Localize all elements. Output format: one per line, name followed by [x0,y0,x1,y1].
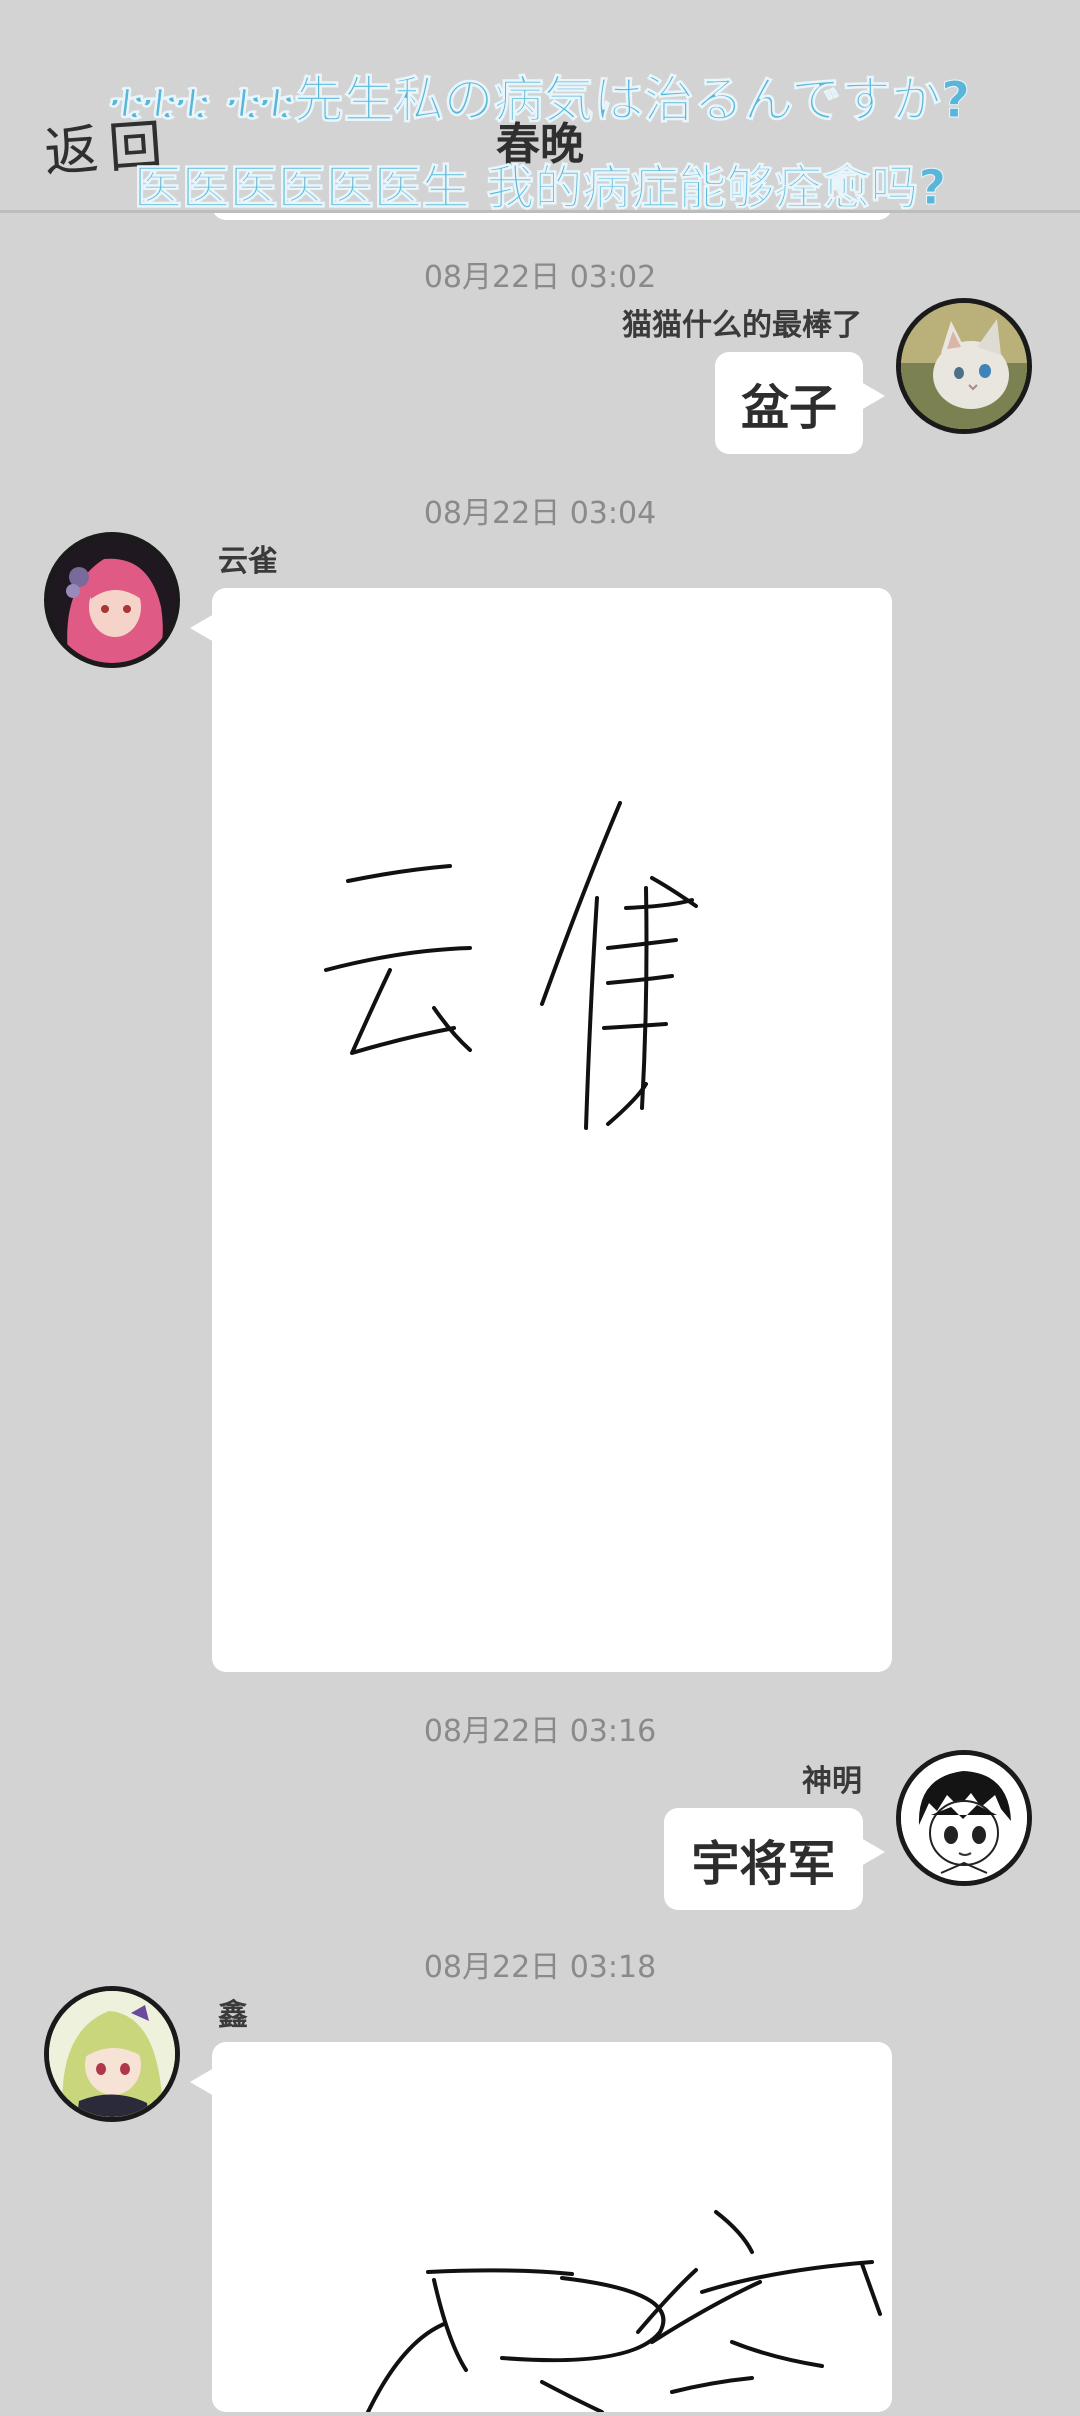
handwritten-drawing [366,2210,882,2414]
banner-text-line-1: ቲቲቲ ቲቲ先生私の病気は治るんですか? [109,71,971,130]
sender-name: 猫猫什么的最棒了 [622,308,862,343]
message-text: 宇将军 [691,1836,836,1892]
handwritten-drawing [324,801,698,1130]
sender-name: 神明 [802,1764,862,1799]
message-timestamp: 08月22日 03:04 [423,496,657,531]
manga-boy-icon [901,1755,1027,1881]
message-text: 盆子 [740,380,837,436]
message-timestamp: 08月22日 03:18 [423,1950,657,1985]
chat-header: 返回 春晚 ቲቲቲ ቲቲ先生私の病気は治るんですか? 医医医医医医生 我的病症能… [0,0,1080,217]
pink-hair-girl-avatar[interactable] [44,532,180,668]
sender-name: 云雀 [218,544,278,579]
cat-avatar[interactable] [896,298,1032,434]
banner-text-line-2: 医医医医医医生 我的病症能够痊愈吗? [133,160,947,217]
message-timestamp: 08月22日 03:02 [423,260,657,295]
green-hair-girl-icon [49,1991,175,2117]
drawing-message-bubble[interactable] [190,588,892,1672]
message-bubble[interactable]: 盆子 [715,352,885,454]
green-hair-girl-avatar[interactable] [44,1986,180,2122]
pink-hair-girl-icon [49,537,175,663]
message-timestamp: 08月22日 03:16 [423,1714,657,1749]
drawing-message-bubble[interactable] [190,2042,892,2414]
message-bubble[interactable]: 宇将军 [664,1808,885,1910]
sender-name: 鑫 [218,1998,248,2033]
manga-boy-avatar[interactable] [896,1750,1032,1886]
cat-avatar-icon [901,303,1027,429]
